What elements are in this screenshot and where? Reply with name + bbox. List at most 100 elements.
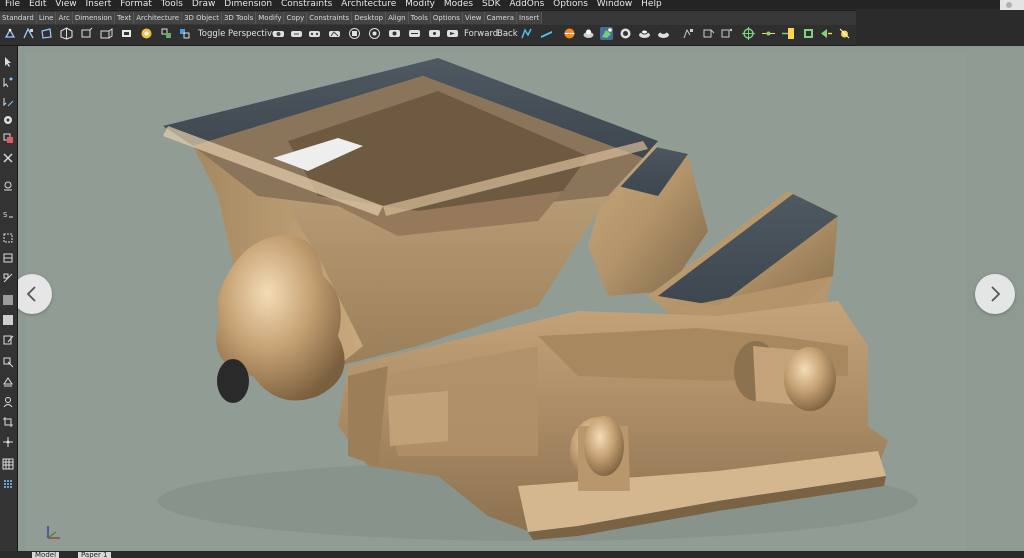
menu-edit[interactable]: Edit xyxy=(29,0,46,9)
menu-sdk[interactable]: SDK xyxy=(482,0,501,9)
tab-align[interactable]: Align xyxy=(386,12,409,24)
select-arrow-icon[interactable] xyxy=(2,56,14,68)
tab-3d-tools[interactable]: 3D Tools xyxy=(221,12,257,24)
toggle-perspective-button[interactable]: Toggle Perspective xyxy=(198,28,277,40)
select-face-icon[interactable] xyxy=(2,114,14,126)
snap-quad-icon[interactable] xyxy=(802,27,815,40)
tab-line[interactable]: Line xyxy=(36,12,57,24)
snap-end-icon[interactable] xyxy=(702,27,715,40)
menu-dimension[interactable]: Dimension xyxy=(224,0,272,9)
render-shaded-icon[interactable] xyxy=(563,27,576,40)
view-sw-icon[interactable] xyxy=(140,27,153,40)
tab-options[interactable]: Options xyxy=(430,12,463,24)
crop-icon[interactable] xyxy=(2,416,14,428)
camera-zoom-icon[interactable] xyxy=(290,27,303,40)
snap-mid-icon[interactable] xyxy=(720,27,733,40)
camera-reset-icon[interactable] xyxy=(428,27,441,40)
tab-arc[interactable]: Arc xyxy=(56,12,73,24)
dots-grid-icon[interactable] xyxy=(2,478,14,490)
menu-help[interactable]: Help xyxy=(641,0,662,9)
tab-architecture[interactable]: Architecture xyxy=(134,12,183,24)
snap-settings-icon[interactable]: S xyxy=(2,208,14,220)
menu-format[interactable]: Format xyxy=(120,0,152,9)
grid-snap-icon[interactable] xyxy=(2,232,14,244)
user-icon[interactable] xyxy=(2,396,14,408)
delete-icon[interactable] xyxy=(2,152,14,164)
menu-architecture[interactable]: Architecture xyxy=(341,0,396,9)
tab-standard[interactable]: Standard xyxy=(0,12,37,24)
camera-target-icon[interactable] xyxy=(388,27,401,40)
render-shadow-icon[interactable] xyxy=(638,27,651,40)
fill-icon[interactable] xyxy=(2,376,14,388)
tab-dimension[interactable]: Dimension xyxy=(72,12,116,24)
bronze-casting-model[interactable] xyxy=(18,46,1024,551)
tab-model[interactable]: Model xyxy=(32,552,60,558)
view-top-icon[interactable] xyxy=(4,27,17,40)
tab-3d-object[interactable]: 3D Object xyxy=(182,12,222,24)
menu-insert[interactable]: Insert xyxy=(85,0,111,9)
3d-viewport[interactable] xyxy=(18,46,1024,551)
snap-near-icon[interactable] xyxy=(782,27,795,40)
pen-icon[interactable] xyxy=(2,334,14,346)
camera-orbit-icon[interactable] xyxy=(308,27,321,40)
select-window-icon[interactable] xyxy=(2,132,14,144)
tab-constraints[interactable]: Constraints xyxy=(307,12,353,24)
tab-copy[interactable]: Copy xyxy=(284,12,308,24)
table-icon[interactable] xyxy=(2,458,14,470)
snap-perp-icon[interactable] xyxy=(820,27,833,40)
snap-center-icon[interactable] xyxy=(742,27,755,40)
render-wire-icon[interactable] xyxy=(520,27,533,40)
tab-view[interactable]: View xyxy=(462,12,485,24)
menu-view[interactable]: View xyxy=(55,0,76,9)
camera-walk-icon[interactable] xyxy=(328,27,341,40)
snap-point-icon[interactable] xyxy=(762,27,775,40)
view-bottom-icon[interactable] xyxy=(120,27,133,40)
tab-paper-1[interactable]: Paper 1 xyxy=(78,552,111,558)
select-edge-icon[interactable] xyxy=(2,96,14,108)
view-se-icon[interactable] xyxy=(160,27,173,40)
back-button[interactable]: Back xyxy=(497,28,518,40)
render-hidden-icon[interactable] xyxy=(540,27,553,40)
view-ne-icon[interactable] xyxy=(178,27,191,40)
view-left-icon[interactable] xyxy=(80,27,93,40)
layer-swatch-icon[interactable] xyxy=(2,314,14,326)
tab-tools[interactable]: Tools xyxy=(408,12,431,24)
tab-text[interactable]: Text xyxy=(115,12,135,24)
polar-icon[interactable] xyxy=(2,272,14,284)
menu-addons[interactable]: AddOns xyxy=(509,0,544,9)
view-front-icon[interactable] xyxy=(22,27,35,40)
forward-button[interactable]: Forward xyxy=(464,28,498,40)
menu-modes[interactable]: Modes xyxy=(444,0,473,9)
render-textured-icon[interactable] xyxy=(600,27,613,40)
menu-draw[interactable]: Draw xyxy=(192,0,216,9)
menu-file[interactable]: File xyxy=(5,0,20,9)
camera-pan-icon[interactable] xyxy=(272,27,285,40)
camera-look-icon[interactable] xyxy=(368,27,381,40)
render-raytrace-icon[interactable] xyxy=(657,27,670,40)
render-material-icon[interactable] xyxy=(619,27,632,40)
snap-grid-icon[interactable] xyxy=(682,27,695,40)
view-iso-icon[interactable] xyxy=(60,27,73,40)
tab-desktop[interactable]: Desktop xyxy=(352,12,387,24)
menu-modify[interactable]: Modify xyxy=(405,0,435,9)
tab-camera[interactable]: Camera xyxy=(484,12,517,24)
view-back-icon[interactable] xyxy=(100,27,113,40)
render-smooth-icon[interactable] xyxy=(582,27,595,40)
next-nav-button[interactable] xyxy=(975,274,1015,314)
move-icon[interactable] xyxy=(2,436,14,448)
tab-insert[interactable]: Insert xyxy=(517,12,543,24)
select-vertex-icon[interactable] xyxy=(2,76,14,88)
color-swatch-icon[interactable] xyxy=(2,294,14,306)
menu-tools[interactable]: Tools xyxy=(161,0,183,9)
menu-options[interactable]: Options xyxy=(553,0,588,9)
tab-modify[interactable]: Modify xyxy=(256,12,285,24)
camera-fit-icon[interactable] xyxy=(408,27,421,40)
camera-fly-icon[interactable] xyxy=(348,27,361,40)
snap-tangent-icon[interactable] xyxy=(838,27,851,40)
menu-window[interactable]: Window xyxy=(597,0,633,9)
ortho-icon[interactable] xyxy=(2,252,14,264)
camera-record-icon[interactable] xyxy=(446,27,459,40)
measure-icon[interactable] xyxy=(2,356,14,368)
point-icon[interactable] xyxy=(2,180,14,192)
view-right-icon[interactable] xyxy=(40,27,53,40)
